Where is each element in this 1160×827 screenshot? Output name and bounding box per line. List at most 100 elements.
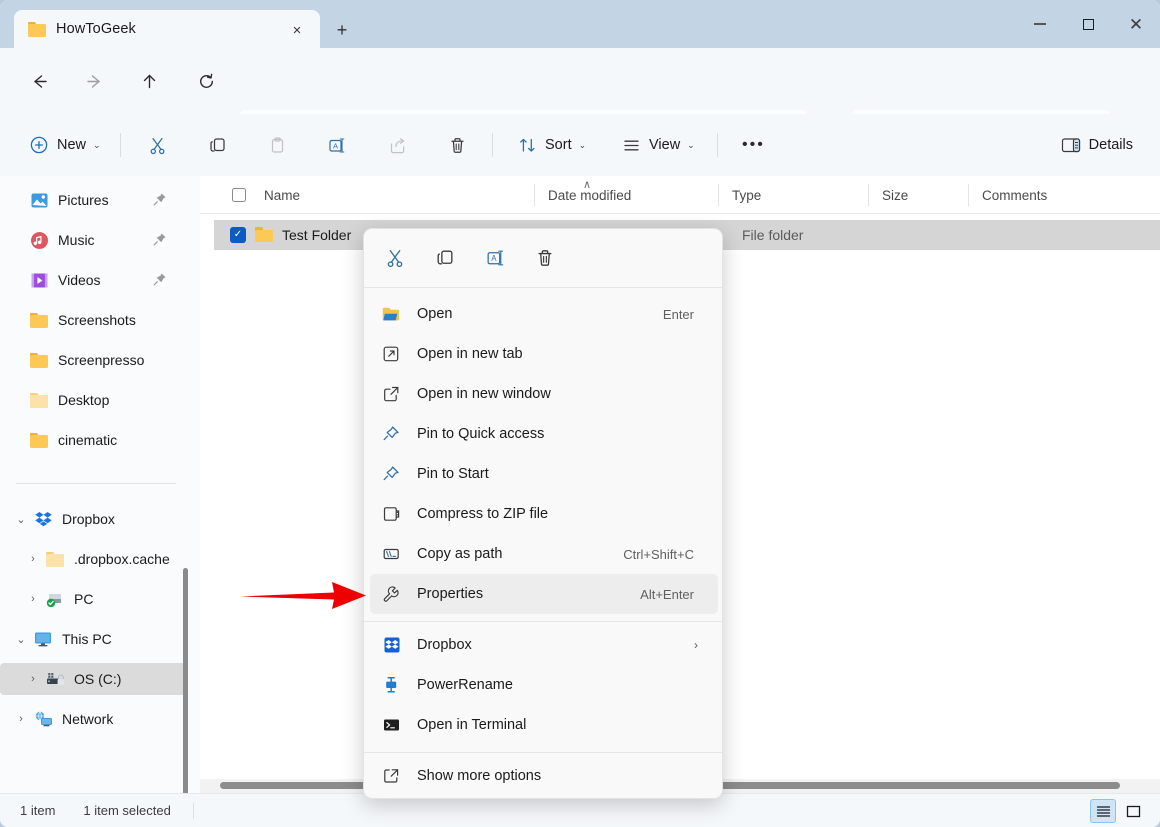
chevron-right-icon[interactable]: ›: [22, 583, 44, 615]
chevron-right-icon[interactable]: ›: [22, 543, 44, 575]
sidebar-item-this-pc[interactable]: ⌄ This PC: [10, 623, 182, 655]
close-tab-icon[interactable]: ×: [286, 19, 308, 41]
wrench-icon: [379, 585, 403, 603]
copy-button[interactable]: [198, 127, 236, 163]
large-icons-view-button[interactable]: [1120, 799, 1146, 823]
context-menu-toolbar: A: [364, 229, 723, 287]
this-pc-icon: [32, 629, 54, 649]
sidebar-item-label: PC: [74, 591, 93, 607]
context-item-properties[interactable]: Properties Alt+Enter: [370, 574, 718, 614]
maximize-button[interactable]: [1064, 0, 1112, 48]
context-item-open[interactable]: Open Enter: [370, 294, 718, 334]
column-header-size[interactable]: Size: [868, 176, 908, 214]
context-copy-button[interactable]: [428, 241, 462, 275]
view-button[interactable]: View ⌄: [612, 127, 704, 163]
select-all-checkbox[interactable]: [232, 188, 246, 202]
sidebar-item-pc[interactable]: › PC: [22, 583, 194, 615]
context-item-label: Pin to Quick access: [417, 426, 544, 442]
delete-button[interactable]: [438, 127, 476, 163]
sidebar-item-label: OS (C:): [74, 671, 121, 687]
sidebar-item-pictures[interactable]: › Pictures: [6, 184, 178, 216]
sidebar-item-screenshots[interactable]: › Screenshots: [6, 304, 178, 336]
row-checkbox[interactable]: ✓: [230, 227, 246, 243]
rename-button[interactable]: A: [318, 127, 356, 163]
column-header-comments[interactable]: Comments: [968, 176, 1047, 214]
sidebar-item-label: Pictures: [58, 192, 109, 208]
view-icon: [621, 135, 641, 155]
context-menu-divider: [364, 287, 723, 288]
folder-icon: [255, 227, 273, 242]
sidebar-scrollbar-thumb[interactable]: [183, 568, 188, 793]
new-tab-button[interactable]: +: [330, 18, 354, 42]
folder-icon: [28, 430, 50, 450]
context-item-label: Show more options: [417, 768, 541, 784]
context-item-powerrename[interactable]: PowerRename: [370, 665, 718, 705]
context-delete-button[interactable]: [528, 241, 562, 275]
chevron-right-icon[interactable]: ›: [10, 703, 32, 735]
context-item-copy-as-path[interactable]: Copy as path Ctrl+Shift+C: [370, 534, 718, 574]
sidebar-item-desktop[interactable]: › Desktop: [6, 384, 178, 416]
folder-icon: [28, 310, 50, 330]
music-icon: [28, 230, 50, 250]
context-item-show-more-options[interactable]: Show more options: [370, 756, 718, 796]
pin-icon[interactable]: [153, 232, 168, 247]
folder-pale-icon: [28, 390, 50, 410]
context-item-open-in-new-window[interactable]: Open in new window: [370, 374, 718, 414]
column-headers: ∧ Name Date modified Type Size Comments: [200, 176, 1160, 214]
copy-path-icon: [379, 545, 403, 563]
context-item-open-in-new-tab[interactable]: Open in new tab: [370, 334, 718, 374]
context-cut-button[interactable]: [378, 241, 412, 275]
navigation-bar: › This PC › OS (C:) › HowToGeek › Search…: [0, 48, 1160, 114]
svg-text:A: A: [491, 254, 497, 263]
sidebar-item-cinematic[interactable]: › cinematic: [6, 424, 178, 456]
more-options-button[interactable]: •••: [733, 127, 774, 163]
sort-button[interactable]: Sort ⌄: [508, 127, 595, 163]
sidebar-item-dropbox-cache[interactable]: › .dropbox.cache: [22, 543, 188, 575]
status-divider: [193, 803, 194, 819]
up-arrow-icon[interactable]: [130, 62, 168, 100]
forward-arrow-icon[interactable]: [75, 62, 113, 100]
details-view-button[interactable]: [1090, 799, 1116, 823]
new-button[interactable]: New ⌄: [20, 127, 110, 163]
sidebar-item-dropbox[interactable]: ⌄ Dropbox: [10, 503, 182, 535]
context-rename-button[interactable]: A: [478, 241, 512, 275]
chevron-down-icon[interactable]: ⌄: [10, 623, 32, 655]
context-item-label: Compress to ZIP file: [417, 506, 548, 522]
back-arrow-icon[interactable]: [20, 62, 58, 100]
paste-icon: [267, 135, 287, 155]
folder-open-icon: [379, 306, 403, 322]
pin-icon[interactable]: [153, 272, 168, 287]
context-menu[interactable]: A Open Enter Open in new tab Open in ne: [363, 228, 723, 799]
context-item-label: Copy as path: [417, 546, 502, 562]
column-header-date-modified[interactable]: Date modified: [534, 176, 631, 214]
refresh-icon[interactable]: [187, 62, 225, 100]
details-pane-button[interactable]: Details: [1052, 127, 1142, 163]
column-header-name[interactable]: Name: [250, 176, 300, 214]
sidebar-item-screenpresso[interactable]: › Screenpresso: [6, 344, 178, 376]
close-window-button[interactable]: ✕: [1112, 0, 1160, 48]
tab-howtogeek[interactable]: HowToGeek ×: [14, 10, 320, 48]
context-item-open-in-terminal[interactable]: Open in Terminal: [370, 705, 718, 745]
context-item-dropbox[interactable]: Dropbox ›: [370, 625, 718, 665]
pin-icon: [379, 425, 403, 443]
scissors-icon: [147, 135, 167, 155]
sidebar-item-os-c[interactable]: › OS (C:): [0, 663, 186, 695]
sidebar-item-network[interactable]: › Network: [10, 703, 182, 735]
context-item-compress-to-zip[interactable]: Compress to ZIP file: [370, 494, 718, 534]
sidebar-item-label: Network: [62, 711, 113, 727]
cut-button[interactable]: [138, 127, 176, 163]
column-header-type[interactable]: Type: [718, 176, 761, 214]
share-button[interactable]: [378, 127, 416, 163]
context-item-pin-to-quick-access[interactable]: Pin to Quick access: [370, 414, 718, 454]
chevron-down-icon[interactable]: ⌄: [10, 503, 32, 535]
sidebar-item-music[interactable]: › Music: [6, 224, 178, 256]
sidebar-item-videos[interactable]: › Videos: [6, 264, 178, 296]
paste-button[interactable]: [258, 127, 296, 163]
chevron-right-icon[interactable]: ›: [22, 663, 44, 695]
pin-icon[interactable]: [153, 192, 168, 207]
context-item-label: Open in new window: [417, 386, 551, 402]
minimize-button[interactable]: [1016, 0, 1064, 48]
context-item-pin-to-start[interactable]: Pin to Start: [370, 454, 718, 494]
plus-circle-icon: [29, 135, 49, 155]
navigation-sidebar[interactable]: › Pictures › Music › Videos: [0, 176, 200, 793]
